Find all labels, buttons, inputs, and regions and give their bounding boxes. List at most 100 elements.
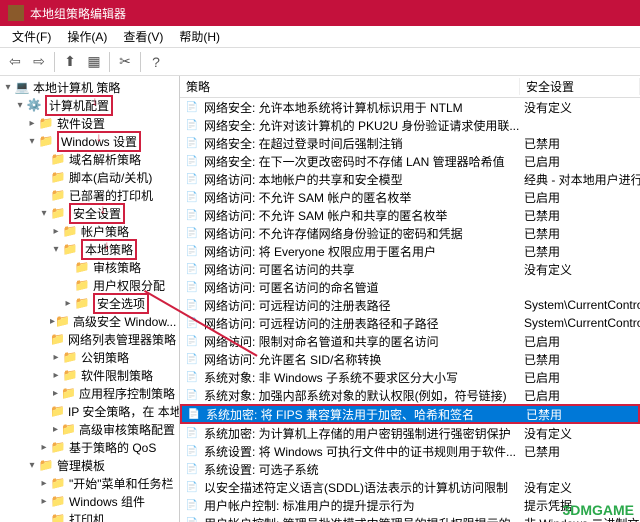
tree-security-settings[interactable]: ▾安全设置 <box>0 204 179 222</box>
policy-icon <box>184 425 200 441</box>
policy-icon <box>184 225 200 241</box>
tree-start-taskbar[interactable]: ▸"开始"菜单和任务栏 <box>0 474 179 492</box>
policy-value: 已禁用 <box>526 406 638 423</box>
policy-value: 已禁用 <box>524 351 640 368</box>
policy-value: 没有定义 <box>524 261 640 278</box>
tree-windows-components[interactable]: ▸Windows 组件 <box>0 492 179 510</box>
policy-row[interactable]: 网络访问: 可远程访问的注册表路径System\CurrentContro... <box>180 296 640 314</box>
policy-icon <box>184 315 200 331</box>
policy-row[interactable]: 网络访问: 将 Everyone 权限应用于匿名用户已禁用 <box>180 242 640 260</box>
policy-row[interactable]: 系统设置: 将 Windows 可执行文件中的证书规则用于软件...已禁用 <box>180 442 640 460</box>
tree-network-list[interactable]: 网络列表管理器策略 <box>0 330 179 348</box>
policy-row[interactable]: 网络安全: 在下一次更改密码时不存储 LAN 管理器哈希值已启用 <box>180 152 640 170</box>
policy-row[interactable]: 网络访问: 可匿名访问的共享没有定义 <box>180 260 640 278</box>
policy-row[interactable]: 网络访问: 不允许存储网络身份验证的密码和凭据已禁用 <box>180 224 640 242</box>
tree-admin-templates[interactable]: ▾管理模板 <box>0 456 179 474</box>
back-button[interactable]: ⇦ <box>4 51 26 73</box>
folder-icon <box>50 188 66 202</box>
menu-file[interactable]: 文件(F) <box>4 28 59 45</box>
toolbar: ⇦ ⇨ ⬆ ▦ ✂ ? <box>0 48 640 76</box>
policy-value: 已启用 <box>524 369 640 386</box>
policy-value: 已启用 <box>524 153 640 170</box>
show-hide-button[interactable]: ▦ <box>83 51 105 73</box>
up-button[interactable]: ⬆ <box>59 51 81 73</box>
policy-icon <box>184 117 200 133</box>
tree-public-key[interactable]: ▸公钥策略 <box>0 348 179 366</box>
list-header: 策略 安全设置 <box>180 76 640 98</box>
tree-root[interactable]: ▾本地计算机 策略 <box>0 78 179 96</box>
column-setting[interactable]: 安全设置 <box>520 78 640 95</box>
policy-icon <box>184 333 200 349</box>
policy-row[interactable]: 网络访问: 允许匿名 SID/名称转换已禁用 <box>180 350 640 368</box>
policy-value: 已启用 <box>524 387 640 404</box>
gear-icon <box>26 98 42 112</box>
policy-value: 已禁用 <box>524 225 640 242</box>
policy-icon <box>184 153 200 169</box>
policy-row[interactable]: 网络访问: 不允许 SAM 帐户的匿名枚举已启用 <box>180 188 640 206</box>
tree-software-settings[interactable]: ▸软件设置 <box>0 114 179 132</box>
column-policy[interactable]: 策略 <box>180 78 520 95</box>
policy-name: 网络访问: 可匿名访问的共享 <box>204 261 524 278</box>
policy-row[interactable]: 网络访问: 本地帐户的共享和安全模型经典 - 对本地用户进行... <box>180 170 640 188</box>
policy-row[interactable]: 网络访问: 不允许 SAM 帐户和共享的匿名枚举已禁用 <box>180 206 640 224</box>
tree-printers[interactable]: 打印机 <box>0 510 179 522</box>
policy-icon <box>184 279 200 295</box>
tree-security-options[interactable]: ▸安全选项 <box>0 294 179 312</box>
policy-row[interactable]: 系统加密: 将 FIPS 兼容算法用于加密、哈希和签名已禁用 <box>180 404 640 424</box>
policy-name: 系统对象: 非 Windows 子系统不要求区分大小写 <box>204 369 524 386</box>
help-button[interactable]: ? <box>145 51 167 73</box>
policy-value: 经典 - 对本地用户进行... <box>524 171 640 188</box>
folder-icon <box>62 368 78 382</box>
policy-row[interactable]: 系统加密: 为计算机上存储的用户密钥强制进行强密钥保护没有定义 <box>180 424 640 442</box>
tree-deployed-printers[interactable]: 已部署的打印机 <box>0 186 179 204</box>
menu-action[interactable]: 操作(A) <box>59 28 115 45</box>
list-body: 网络安全: 允许本地系统将计算机标识用于 NTLM没有定义网络安全: 允许对该计… <box>180 98 640 522</box>
folder-icon <box>55 314 70 328</box>
tree-user-rights[interactable]: 用户权限分配 <box>0 276 179 294</box>
menu-help[interactable]: 帮助(H) <box>171 28 228 45</box>
tree-audit-policy[interactable]: 审核策略 <box>0 258 179 276</box>
policy-icon <box>184 369 200 385</box>
tree-qos[interactable]: ▸基于策略的 QoS <box>0 438 179 456</box>
forward-button[interactable]: ⇨ <box>28 51 50 73</box>
tree-firewall[interactable]: ▸高级安全 Window... <box>0 312 179 330</box>
tree-software-restriction[interactable]: ▸软件限制策略 <box>0 366 179 384</box>
policy-icon <box>184 443 200 459</box>
policy-row[interactable]: 网络访问: 可匿名访问的命名管道 <box>180 278 640 296</box>
tree-account-policies[interactable]: ▸帐户策略 <box>0 222 179 240</box>
policy-row[interactable]: 网络访问: 限制对命名管道和共享的匿名访问已启用 <box>180 332 640 350</box>
tree-advanced-audit[interactable]: ▸高级审核策略配置 <box>0 420 179 438</box>
policy-row[interactable]: 网络安全: 允许对该计算机的 PKU2U 身份验证请求使用联... <box>180 116 640 134</box>
policy-icon <box>184 351 200 367</box>
tree-dns-policy[interactable]: 域名解析策略 <box>0 150 179 168</box>
policy-row[interactable]: 以安全描述符定义语言(SDDL)语法表示的计算机访问限制没有定义 <box>180 478 640 496</box>
tree-local-policies[interactable]: ▾本地策略 <box>0 240 179 258</box>
policy-name: 系统加密: 为计算机上存储的用户密钥强制进行强密钥保护 <box>204 425 524 442</box>
export-button[interactable]: ✂ <box>114 51 136 73</box>
tree-ipsec[interactable]: IP 安全策略，在 本地 <box>0 402 179 420</box>
policy-row[interactable]: 网络安全: 允许本地系统将计算机标识用于 NTLM没有定义 <box>180 98 640 116</box>
tree-computer-config[interactable]: ▾计算机配置 <box>0 96 179 114</box>
folder-icon <box>74 278 90 292</box>
policy-row[interactable]: 系统对象: 加强内部系统对象的默认权限(例如，符号链接)已启用 <box>180 386 640 404</box>
policy-row[interactable]: 系统对象: 非 Windows 子系统不要求区分大小写已启用 <box>180 368 640 386</box>
window-title: 本地组策略编辑器 <box>30 5 126 22</box>
policy-name: 系统对象: 加强内部系统对象的默认权限(例如，符号链接) <box>204 387 524 404</box>
policy-name: 网络访问: 允许匿名 SID/名称转换 <box>204 351 524 368</box>
list-panel: 策略 安全设置 网络安全: 允许本地系统将计算机标识用于 NTLM没有定义网络安… <box>180 76 640 522</box>
policy-name: 网络访问: 可匿名访问的命名管道 <box>204 279 524 296</box>
policy-row[interactable]: 网络安全: 在超过登录时间后强制注销已禁用 <box>180 134 640 152</box>
tree-windows-settings[interactable]: ▾Windows 设置 <box>0 132 179 150</box>
folder-icon <box>50 404 65 418</box>
policy-icon <box>184 297 200 313</box>
folder-icon <box>38 116 54 130</box>
policy-name: 网络安全: 允许对该计算机的 PKU2U 身份验证请求使用联... <box>204 117 524 134</box>
menu-view[interactable]: 查看(V) <box>115 28 171 45</box>
tree-scripts[interactable]: 脚本(启动/关机) <box>0 168 179 186</box>
tree-app-control[interactable]: ▸应用程序控制策略 <box>0 384 179 402</box>
policy-row[interactable]: 网络访问: 可远程访问的注册表路径和子路径System\CurrentContr… <box>180 314 640 332</box>
policy-icon <box>184 387 200 403</box>
policy-row[interactable]: 系统设置: 可选子系统 <box>180 460 640 478</box>
policy-name: 网络访问: 不允许 SAM 帐户的匿名枚举 <box>204 189 524 206</box>
folder-icon <box>62 224 78 238</box>
